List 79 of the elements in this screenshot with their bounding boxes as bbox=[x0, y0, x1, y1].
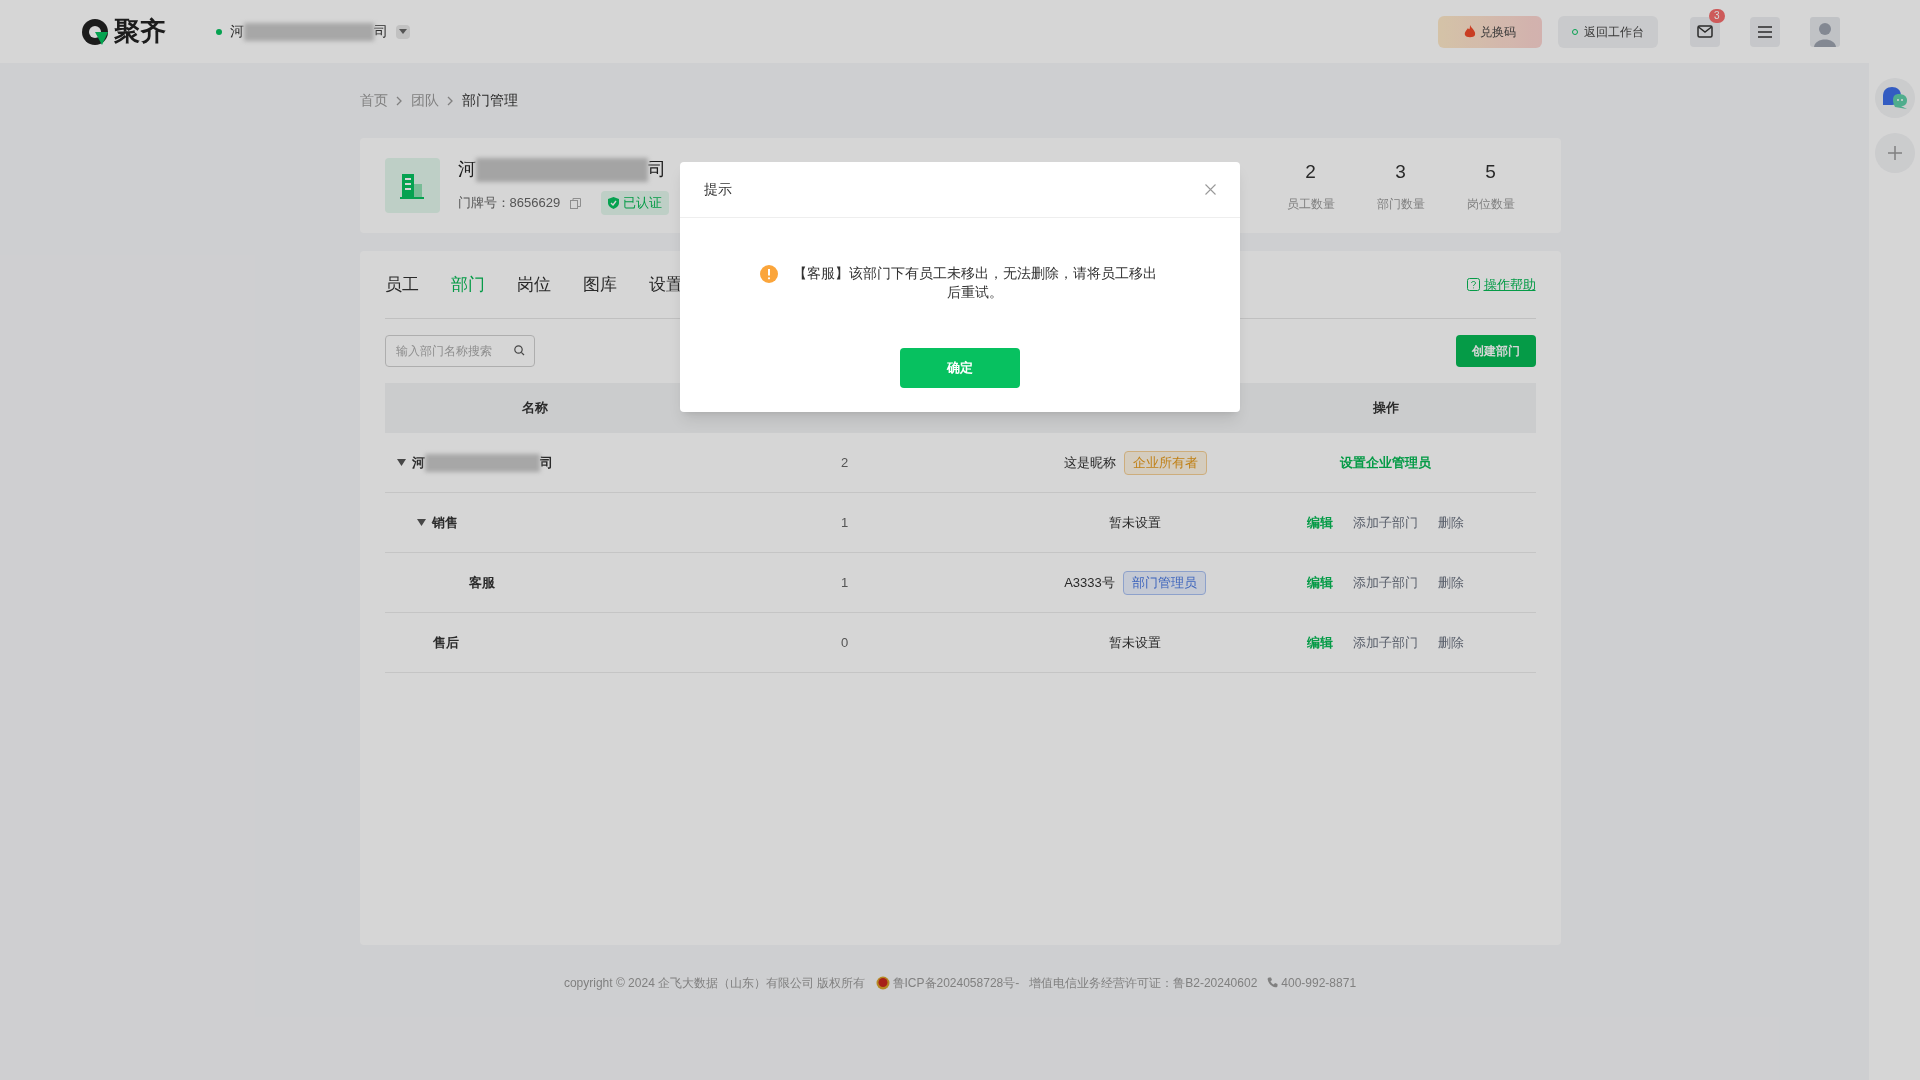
copyright-text: copyright © 2024 企飞大数据（山东）有限公司 版权所有 bbox=[563, 974, 866, 992]
stat-label: 部门数量 bbox=[1376, 195, 1425, 213]
stat-label: 员工数量 bbox=[1286, 195, 1335, 213]
department-name: 河 bbox=[411, 453, 425, 472]
door-number: 门牌号：8656629 bbox=[457, 194, 561, 213]
column-header: 名称 bbox=[520, 399, 549, 418]
company-name: 司 bbox=[647, 158, 666, 181]
department-name: 司 bbox=[539, 453, 553, 472]
chevron-icon bbox=[395, 95, 403, 106]
logo-icon bbox=[80, 16, 110, 47]
manager-name: 这是昵称 bbox=[1063, 453, 1116, 472]
action-link[interactable]: 编辑 bbox=[1307, 512, 1333, 533]
search-field[interactable]: 输入部门名称搜索 bbox=[384, 335, 535, 367]
caret-icon bbox=[396, 24, 410, 39]
stat-value: 5 bbox=[1485, 160, 1496, 185]
tab[interactable]: 部门 bbox=[450, 271, 485, 298]
action-link[interactable]: 删除 bbox=[1438, 572, 1464, 593]
tab[interactable]: 图库 bbox=[582, 271, 617, 298]
building-icon bbox=[384, 158, 440, 213]
stat-value: 3 bbox=[1395, 160, 1406, 185]
workbench-button[interactable]: 返回工作台 bbox=[1558, 15, 1658, 48]
action-link[interactable]: 编辑 bbox=[1307, 572, 1333, 593]
dialog-message: 【客服】该部门下有员工未移出，无法删除，请将员工移出后重试。 bbox=[792, 264, 1158, 302]
member-count: 2 bbox=[840, 453, 849, 472]
action-link[interactable]: 添加子部门 bbox=[1353, 572, 1418, 593]
action-link[interactable]: 添加子部门 bbox=[1353, 632, 1418, 653]
action-link[interactable]: 编辑 bbox=[1307, 632, 1333, 653]
copy-icon[interactable] bbox=[570, 197, 582, 209]
stat-value: 2 bbox=[1305, 160, 1316, 185]
verified-badge: 已认证 bbox=[601, 191, 670, 215]
member-count: 1 bbox=[840, 573, 849, 592]
column-header: 操作 bbox=[1371, 399, 1400, 418]
manager-name: 暂未设置 bbox=[1109, 513, 1161, 532]
dialog-title: 提示 bbox=[704, 180, 732, 199]
menu-button[interactable] bbox=[1750, 16, 1780, 47]
menu-icon bbox=[1758, 25, 1772, 38]
company-selector[interactable]: 河 司 bbox=[216, 21, 410, 42]
mail-icon bbox=[1697, 25, 1713, 38]
create-department-button[interactable]: 创建部门 bbox=[1455, 335, 1536, 367]
icp-link[interactable]: 鲁ICP备2024058728号- bbox=[892, 973, 1020, 992]
manager-name: A3333号 bbox=[1064, 573, 1115, 592]
company-name: 河 bbox=[457, 158, 476, 181]
tab[interactable]: 员工 bbox=[384, 271, 419, 298]
close-icon[interactable] bbox=[1205, 184, 1216, 195]
department-name: 客服 bbox=[468, 573, 495, 592]
phone-number: 400-992-8871 bbox=[1281, 974, 1357, 992]
expand-caret-icon[interactable] bbox=[416, 518, 426, 527]
flame-icon bbox=[1464, 24, 1476, 39]
member-count: 0 bbox=[840, 633, 849, 652]
action-link[interactable]: 添加子部门 bbox=[1353, 512, 1418, 533]
chat-icon bbox=[1880, 86, 1909, 110]
license-text: 增值电信业务经营许可证：鲁B2-20240602 bbox=[1029, 974, 1258, 992]
help-link[interactable]: 操作帮助 bbox=[1466, 274, 1536, 295]
role-tag: 企业所有者 bbox=[1123, 450, 1207, 475]
warning-icon bbox=[760, 265, 778, 283]
phone-icon bbox=[1267, 977, 1279, 988]
action-link[interactable]: 设置企业管理员 bbox=[1340, 452, 1431, 473]
department-name: 销售 bbox=[431, 513, 458, 532]
avatar-icon[interactable] bbox=[1810, 16, 1840, 47]
action-link[interactable]: 删除 bbox=[1438, 632, 1464, 653]
search-icon bbox=[513, 345, 525, 356]
member-count: 1 bbox=[840, 513, 849, 532]
expand-caret-icon[interactable] bbox=[396, 458, 406, 467]
tab[interactable]: 岗位 bbox=[516, 271, 551, 298]
department-name: 售后 bbox=[432, 633, 459, 652]
plus-icon bbox=[1886, 145, 1903, 161]
unread-badge: 3 bbox=[1709, 8, 1725, 23]
help-icon bbox=[1466, 278, 1480, 291]
chat-button[interactable] bbox=[1874, 78, 1915, 118]
stat-label: 岗位数量 bbox=[1466, 195, 1515, 213]
emblem-icon bbox=[875, 975, 890, 990]
manager-name: 暂未设置 bbox=[1109, 633, 1161, 652]
logo-text: 聚齐 bbox=[114, 15, 166, 48]
exchange-code-button[interactable]: 兑换码 bbox=[1438, 15, 1542, 48]
breadcrumb-link[interactable]: 团队 bbox=[410, 90, 439, 111]
role-tag: 部门管理员 bbox=[1122, 570, 1206, 595]
breadcrumb-link[interactable]: 首页 bbox=[359, 90, 388, 111]
chevron-icon bbox=[446, 95, 454, 106]
action-link[interactable]: 删除 bbox=[1438, 512, 1464, 533]
